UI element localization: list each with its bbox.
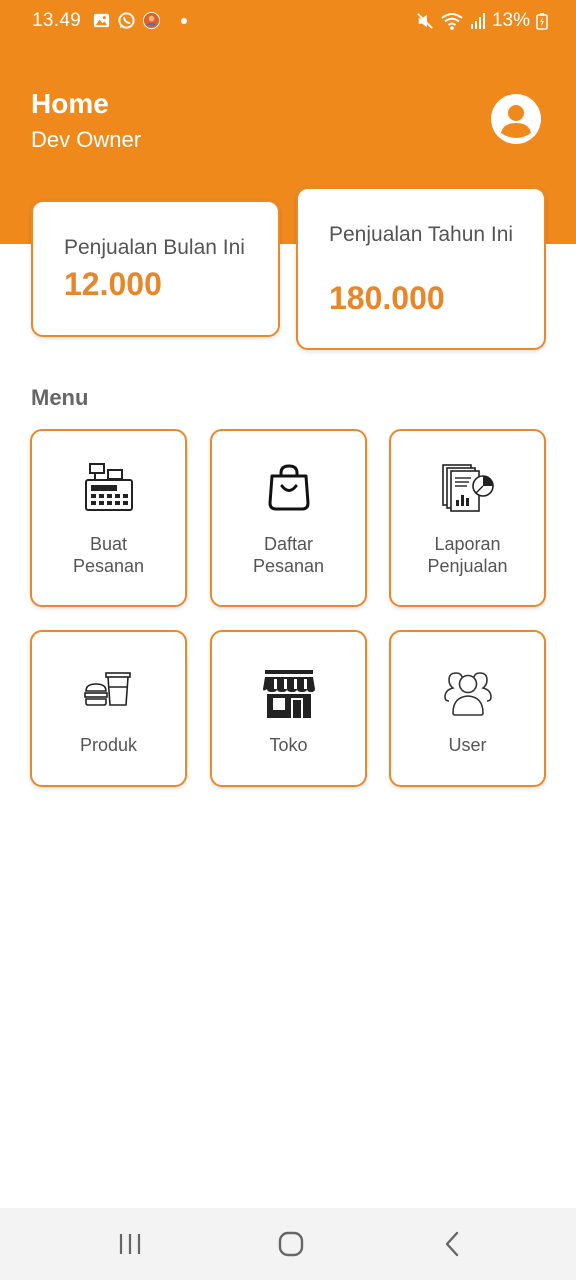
app-notification-icon [142,11,161,30]
menu-tile-buat-pesanan[interactable]: Buat Pesanan [30,429,187,607]
shopping-bag-icon [268,464,309,511]
menu-tile-label: Laporan Penjualan [427,534,508,576]
yearly-sales-card: Penjualan Tahun Ini 180.000 [296,187,546,350]
menu-tile-label: Toko [269,735,308,755]
status-bar: 13.49 13% [0,0,576,42]
menu-tile-user[interactable]: User [389,630,546,787]
menu-tile-laporan-penjualan[interactable]: Laporan Penjualan [389,429,546,607]
store-icon [262,670,315,718]
system-navigation-bar [0,1208,576,1280]
menu-tile-label: User [448,735,487,755]
food-products-icon [83,672,131,706]
cash-register-icon [84,463,133,511]
system-icons: 13% [416,10,548,32]
users-icon [443,672,492,716]
recent-apps-icon[interactable] [114,1228,146,1260]
more-notifications-dot [181,17,187,24]
whatsapp-icon [118,12,135,29]
battery-percentage: 13% [491,10,530,31]
account-circle-icon [501,105,531,138]
signal-icon [470,13,485,29]
wifi-icon [441,13,463,30]
menu-tile-label: Buat Pesanan [72,534,145,576]
menu-tile-produk[interactable]: Produk [30,630,187,787]
menu-tile-label: Produk [79,735,138,755]
yearly-sales-value: 180.000 [329,280,445,316]
menu-tile-label: Daftar Pesanan [252,534,325,576]
mute-icon [417,13,433,29]
user-role: Dev Owner [31,127,142,152]
back-icon[interactable] [436,1228,468,1260]
notification-icons [92,11,187,30]
monthly-sales-value: 12.000 [64,266,162,302]
menu-tile-toko[interactable]: Toko [210,630,367,787]
status-time: 13.49 [32,10,82,31]
menu-tile-daftar-pesanan[interactable]: Daftar Pesanan [210,429,367,607]
monthly-sales-label: Penjualan Bulan Ini [64,236,245,259]
yearly-sales-label: Penjualan Tahun Ini [329,223,514,246]
home-icon[interactable] [275,1228,307,1260]
menu-heading: Menu [31,385,89,410]
page-title: Home [31,88,109,119]
monthly-sales-card: Penjualan Bulan Ini 12.000 [31,200,280,337]
gallery-icon [93,13,110,28]
battery-charging-icon [536,13,548,30]
profile-button[interactable] [491,94,541,144]
sales-report-icon [441,464,494,512]
